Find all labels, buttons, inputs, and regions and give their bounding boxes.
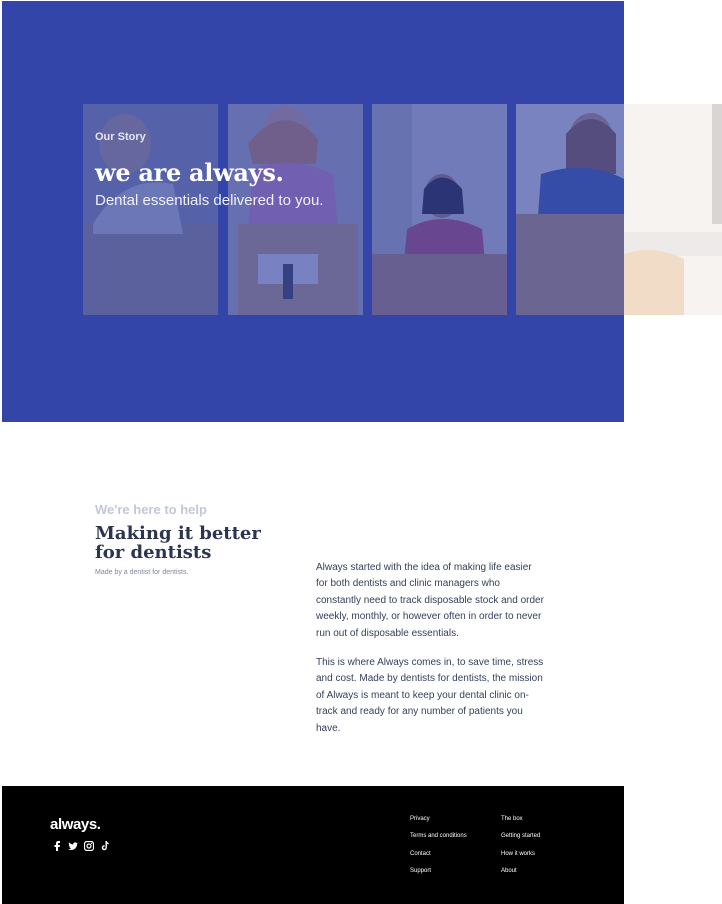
social-links	[52, 841, 110, 851]
footer-link-contact[interactable]: Contact	[410, 851, 431, 857]
section-eyebrow: We're here to help	[95, 502, 207, 517]
about-paragraph-2: This is where Always comes in, to save t…	[316, 657, 544, 734]
footer-logo[interactable]: always.	[50, 816, 101, 833]
tiktok-icon[interactable]	[100, 841, 110, 851]
hero-title: we are always.	[95, 158, 284, 187]
footer: always. Privacy Terms and conditions Con…	[2, 786, 624, 904]
section-tagline: Made by a dentist for dentists.	[95, 569, 189, 576]
section-title: Making it better for dentists	[95, 523, 261, 563]
facebook-icon[interactable]	[52, 841, 62, 851]
twitter-icon[interactable]	[68, 841, 78, 851]
footer-link-how-it-works[interactable]: How it works	[501, 851, 535, 857]
footer-link-privacy[interactable]: Privacy	[410, 816, 430, 822]
footer-link-support[interactable]: Support	[410, 868, 431, 874]
footer-link-terms[interactable]: Terms and conditions	[410, 833, 467, 839]
hero-eyebrow: Our Story	[95, 131, 146, 143]
footer-link-getting-started[interactable]: Getting started	[501, 833, 540, 839]
instagram-icon[interactable]	[84, 841, 94, 851]
about-paragraph-1: Always started with the idea of making l…	[316, 562, 544, 639]
hero-overlay	[2, 1, 624, 422]
footer-link-about[interactable]: About	[501, 868, 517, 874]
hero-photo-4-overflow	[624, 104, 722, 315]
hero-section: Our Story we are always. Dental essentia…	[2, 1, 624, 422]
hero-subtitle: Dental essentials delivered to you.	[95, 192, 324, 209]
footer-link-the-box[interactable]: The box	[501, 816, 523, 822]
